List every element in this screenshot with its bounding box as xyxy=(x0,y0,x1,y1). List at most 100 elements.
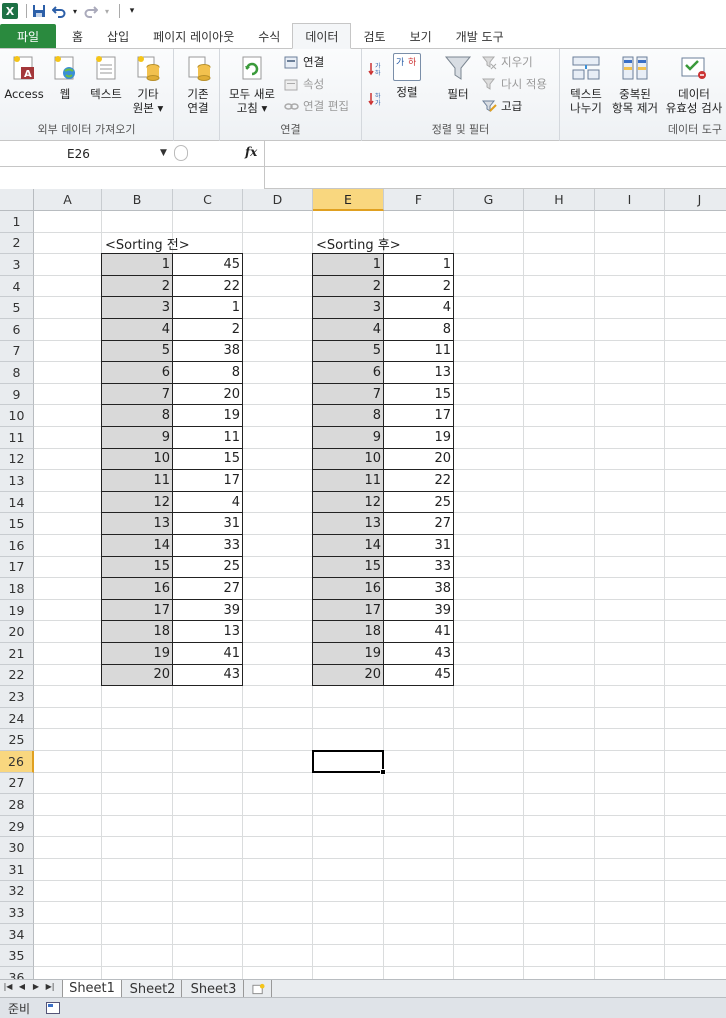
fill-handle[interactable] xyxy=(380,768,386,775)
remove-duplicates-button[interactable]: 중복된 항목 제거 xyxy=(610,53,660,115)
filter-button[interactable]: 필터 xyxy=(440,53,476,101)
before-index-cell[interactable]: 20 xyxy=(101,663,173,687)
text-to-columns-button[interactable]: 텍스트 나누기 xyxy=(564,53,608,115)
tab-page-layout[interactable]: 페이지 레이아웃 xyxy=(141,24,246,48)
before-value-cell[interactable]: 39 xyxy=(172,598,243,622)
clear-filter-button[interactable]: 지우기 xyxy=(482,53,533,71)
before-value-cell[interactable]: 43 xyxy=(172,663,243,687)
before-index-cell[interactable]: 9 xyxy=(101,426,173,449)
tab-developer[interactable]: 개발 도구 xyxy=(444,24,516,48)
before-value-cell[interactable]: 15 xyxy=(172,447,243,471)
reapply-button[interactable]: 다시 적용 xyxy=(482,75,547,93)
row-header-11[interactable]: 11 xyxy=(0,427,34,449)
row-header-22[interactable]: 22 xyxy=(0,664,34,687)
name-box[interactable]: E26 xyxy=(2,144,172,164)
after-index-cell[interactable]: 19 xyxy=(312,642,384,665)
tab-file[interactable]: 파일 xyxy=(0,24,56,48)
column-header-j[interactable]: J xyxy=(665,189,726,211)
redo-icon[interactable] xyxy=(83,3,99,19)
prev-sheet-icon[interactable]: ◀ xyxy=(16,982,28,991)
row-header-23[interactable]: 23 xyxy=(0,686,34,708)
before-index-cell[interactable]: 2 xyxy=(101,274,173,298)
before-index-cell[interactable]: 10 xyxy=(101,447,173,471)
before-index-cell[interactable]: 17 xyxy=(101,598,173,622)
column-header-b[interactable]: B xyxy=(102,189,173,211)
row-header-8[interactable]: 8 xyxy=(0,362,34,384)
before-value-cell[interactable]: 31 xyxy=(172,512,243,535)
before-index-cell[interactable]: 19 xyxy=(101,642,173,665)
row-header-34[interactable]: 34 xyxy=(0,923,34,946)
sort-button[interactable]: 가 하 정렬 xyxy=(390,53,424,99)
select-all-corner[interactable] xyxy=(0,189,34,211)
before-index-cell[interactable]: 11 xyxy=(101,469,173,492)
properties-button[interactable]: 속성 xyxy=(284,75,324,93)
before-value-cell[interactable]: 2 xyxy=(172,318,243,341)
sort-ascending-button[interactable]: 가하 xyxy=(368,59,387,77)
column-header-h[interactable]: H xyxy=(524,189,595,211)
before-value-cell[interactable]: 1 xyxy=(172,296,243,319)
after-value-cell[interactable]: 41 xyxy=(383,620,454,643)
row-header-35[interactable]: 35 xyxy=(0,945,34,967)
after-value-cell[interactable]: 39 xyxy=(383,598,454,622)
after-value-cell[interactable]: 45 xyxy=(383,663,454,687)
row-header-31[interactable]: 31 xyxy=(0,859,34,881)
tab-data[interactable]: 데이터 xyxy=(292,23,352,49)
excel-app-icon[interactable]: X xyxy=(2,3,18,19)
row-header-13[interactable]: 13 xyxy=(0,470,34,492)
after-value-cell[interactable]: 4 xyxy=(383,296,454,319)
after-index-cell[interactable]: 16 xyxy=(312,577,384,600)
column-header-f[interactable]: F xyxy=(384,189,454,211)
after-index-cell[interactable]: 20 xyxy=(312,663,384,687)
before-index-cell[interactable]: 5 xyxy=(101,339,173,363)
row-header-7[interactable]: 7 xyxy=(0,340,34,363)
next-sheet-icon[interactable]: ▶ xyxy=(30,982,42,991)
after-index-cell[interactable]: 7 xyxy=(312,382,384,406)
after-value-cell[interactable]: 25 xyxy=(383,490,454,514)
after-index-cell[interactable]: 13 xyxy=(312,512,384,535)
worksheet-grid[interactable]: A B C D E F G H I J 1 2 3 4 5 6 7 8 9 10 11 12 13 14 15 16 17 18 19 2… xyxy=(0,189,726,979)
after-index-cell[interactable]: 3 xyxy=(312,296,384,319)
tab-review[interactable]: 검토 xyxy=(351,24,397,48)
row-header-14[interactable]: 14 xyxy=(0,491,34,514)
before-value-cell[interactable]: 19 xyxy=(172,404,243,427)
after-value-cell[interactable]: 33 xyxy=(383,555,454,579)
customize-qat-icon[interactable]: ▾ xyxy=(124,3,140,19)
before-value-cell[interactable]: 17 xyxy=(172,469,243,492)
before-index-cell[interactable]: 14 xyxy=(101,534,173,557)
column-header-c[interactable]: C xyxy=(173,189,243,211)
advanced-filter-button[interactable]: 고급 xyxy=(482,97,522,115)
column-header-d[interactable]: D xyxy=(243,189,313,211)
before-index-cell[interactable]: 6 xyxy=(101,361,173,384)
undo-icon[interactable] xyxy=(51,3,67,19)
after-value-cell[interactable]: 27 xyxy=(383,512,454,535)
redo-dropdown-icon[interactable]: ▾ xyxy=(103,3,111,19)
active-cell-selection[interactable] xyxy=(312,750,384,773)
row-header-20[interactable]: 20 xyxy=(0,621,34,643)
row-header-17[interactable]: 17 xyxy=(0,556,34,579)
after-value-cell[interactable]: 2 xyxy=(383,274,454,298)
row-header-33[interactable]: 33 xyxy=(0,902,34,924)
last-sheet-icon[interactable]: ▶| xyxy=(44,982,56,991)
connections-button[interactable]: 연결 xyxy=(284,53,324,71)
after-value-cell[interactable]: 31 xyxy=(383,534,454,557)
after-value-cell[interactable]: 19 xyxy=(383,426,454,449)
before-value-cell[interactable]: 45 xyxy=(172,253,243,276)
row-header-12[interactable]: 12 xyxy=(0,448,34,471)
save-icon[interactable] xyxy=(31,3,47,19)
after-index-cell[interactable]: 8 xyxy=(312,404,384,427)
after-index-cell[interactable]: 11 xyxy=(312,469,384,492)
after-index-cell[interactable]: 15 xyxy=(312,555,384,579)
row-header-19[interactable]: 19 xyxy=(0,599,34,622)
tab-formulas[interactable]: 수식 xyxy=(246,24,292,48)
before-index-cell[interactable]: 13 xyxy=(101,512,173,535)
before-value-cell[interactable]: 20 xyxy=(172,382,243,406)
after-value-cell[interactable]: 43 xyxy=(383,642,454,665)
row-header-15[interactable]: 15 xyxy=(0,513,34,535)
before-index-cell[interactable]: 16 xyxy=(101,577,173,600)
after-value-cell[interactable]: 8 xyxy=(383,318,454,341)
column-header-a[interactable]: A xyxy=(34,189,102,211)
row-header-5[interactable]: 5 xyxy=(0,297,34,319)
row-header-21[interactable]: 21 xyxy=(0,643,34,665)
tab-home[interactable]: 홈 xyxy=(60,24,95,48)
before-index-cell[interactable]: 1 xyxy=(101,253,173,276)
